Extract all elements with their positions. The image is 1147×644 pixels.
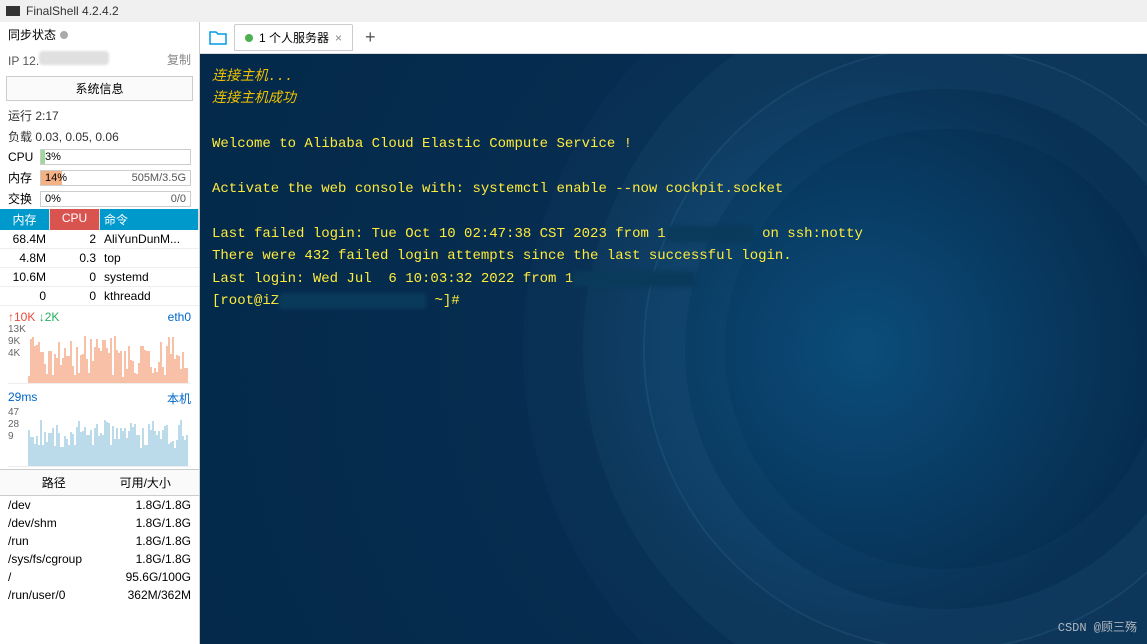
- cpu-percent: 3%: [45, 151, 61, 163]
- net-chart: 13K9K4K: [8, 324, 191, 384]
- term-line: 连接主机成功: [212, 88, 1135, 110]
- mem-label: 内存: [8, 169, 36, 186]
- table-row[interactable]: /run/user/0362M/362M: [0, 586, 199, 604]
- ip-label: IP: [8, 54, 19, 68]
- table-row[interactable]: /dev1.8G/1.8G: [0, 496, 199, 514]
- terminal[interactable]: 连接主机... 连接主机成功 Welcome to Alibaba Cloud …: [200, 54, 1147, 644]
- cpu-meter: 3%: [40, 149, 191, 165]
- tab-server-1[interactable]: 1 个人服务器 ×: [234, 24, 353, 51]
- titlebar: FinalShell 4.2.4.2: [0, 0, 1147, 22]
- disk-table-header[interactable]: 路径 可用/大小: [0, 469, 199, 496]
- mem-meter: 14% 505M/3.5G: [40, 170, 191, 186]
- app-title: FinalShell 4.2.4.2: [26, 4, 119, 18]
- app-icon: [6, 6, 20, 16]
- ping-label[interactable]: 本机: [167, 390, 191, 407]
- process-table-header[interactable]: 内存 CPU 命令: [0, 209, 199, 230]
- disk-header-size: 可用/大小: [100, 474, 192, 491]
- table-row[interactable]: 68.4M2AliYunDunM...: [0, 230, 199, 249]
- proc-header-mem[interactable]: 内存: [0, 209, 50, 230]
- proc-header-cmd[interactable]: 命令: [100, 209, 199, 230]
- cpu-meter-row: CPU 3%: [0, 147, 199, 167]
- sidebar: 同步状态 IP 12. 复制 系统信息 运行 2:17 负载 0.03, 0.0…: [0, 22, 200, 644]
- net-iface[interactable]: eth0: [168, 310, 191, 324]
- watermark: CSDN @顾三殇: [1058, 619, 1137, 638]
- term-prompt: [root@iZxxxxxxxxxxxxxxxxx ~]#: [212, 290, 1135, 312]
- swap-meter-row: 交换 0% 0/0: [0, 188, 199, 209]
- table-row[interactable]: /95.6G/100G: [0, 568, 199, 586]
- table-row[interactable]: 10.6M0systemd: [0, 268, 199, 287]
- cpu-label: CPU: [8, 150, 36, 164]
- ip-row: IP 12. 复制: [0, 47, 199, 72]
- net-down: ↓2K: [39, 310, 60, 324]
- swap-label: 交换: [8, 190, 36, 207]
- load-text: 负载 0.03, 0.05, 0.06: [0, 126, 199, 147]
- table-row[interactable]: /run1.8G/1.8G: [0, 532, 199, 550]
- net-chart-header: ↑10K ↓2K eth0: [0, 306, 199, 324]
- system-info-button[interactable]: 系统信息: [6, 76, 193, 101]
- sync-label: 同步状态: [8, 28, 56, 42]
- table-row[interactable]: 00kthreadd: [0, 287, 199, 306]
- add-tab-button[interactable]: +: [357, 27, 384, 48]
- table-row[interactable]: 4.8M0.3top: [0, 249, 199, 268]
- close-icon[interactable]: ×: [335, 31, 342, 45]
- ip-blurred: [39, 51, 109, 65]
- tabbar: 1 个人服务器 × +: [200, 22, 1147, 54]
- term-line: Last login: Wed Jul 6 10:03:32 2022 from…: [212, 268, 1135, 290]
- copy-button[interactable]: 复制: [167, 51, 191, 68]
- ping-chart: 47289: [8, 407, 191, 467]
- mem-percent: 14%: [45, 172, 67, 184]
- status-dot-icon: [245, 34, 253, 42]
- tab-label: 1 个人服务器: [259, 29, 329, 46]
- term-line: Last failed login: Tue Oct 10 02:47:38 C…: [212, 223, 1135, 245]
- term-line: Activate the web console with: systemctl…: [212, 178, 1135, 200]
- ip-value: 12.: [22, 54, 39, 68]
- folder-icon[interactable]: [206, 28, 230, 48]
- term-line: [212, 200, 1135, 222]
- sync-status-row: 同步状态: [0, 22, 199, 47]
- content-area: 1 个人服务器 × + 连接主机... 连接主机成功 Welcome to Al…: [200, 22, 1147, 644]
- table-row[interactable]: /sys/fs/cgroup1.8G/1.8G: [0, 550, 199, 568]
- mem-detail: 505M/3.5G: [132, 172, 186, 184]
- table-row[interactable]: /dev/shm1.8G/1.8G: [0, 514, 199, 532]
- swap-percent: 0%: [45, 193, 61, 205]
- term-line: 连接主机...: [212, 66, 1135, 88]
- term-line: There were 432 failed login attempts sin…: [212, 245, 1135, 267]
- mem-meter-row: 内存 14% 505M/3.5G: [0, 167, 199, 188]
- ping-chart-header: 29ms 本机: [0, 386, 199, 407]
- term-line: [212, 156, 1135, 178]
- swap-meter: 0% 0/0: [40, 191, 191, 207]
- uptime-text: 运行 2:17: [0, 105, 199, 126]
- ping-latency: 29ms: [8, 390, 37, 407]
- disk-header-path: 路径: [8, 474, 100, 491]
- term-line: [212, 111, 1135, 133]
- sync-dot-icon: [60, 31, 68, 39]
- proc-header-cpu[interactable]: CPU: [50, 209, 100, 230]
- swap-detail: 0/0: [171, 193, 186, 205]
- net-up: ↑10K: [8, 310, 35, 324]
- term-line: Welcome to Alibaba Cloud Elastic Compute…: [212, 133, 1135, 155]
